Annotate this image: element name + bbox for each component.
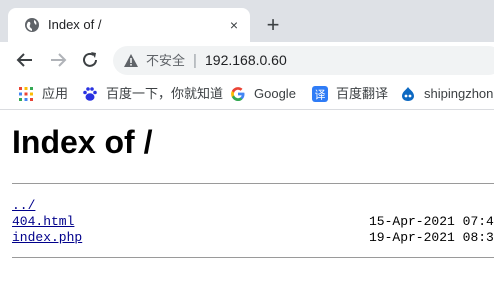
file-listing: ../ 404.html 15-Apr-2021 07:49 index.php… bbox=[12, 198, 494, 246]
list-item: ../ bbox=[12, 198, 494, 214]
new-tab-button[interactable]: + bbox=[263, 14, 283, 36]
apps-grid-icon bbox=[18, 86, 34, 102]
parent-directory-link[interactable]: ../ bbox=[12, 198, 35, 213]
bookmark-label: 百度翻译 bbox=[336, 86, 389, 101]
file-modified: 15-Apr-2021 07:49 bbox=[369, 214, 494, 230]
bookmark-label: 百度一下，你就知道 bbox=[106, 86, 224, 101]
page-title: Index of / bbox=[12, 124, 153, 160]
bookmark-label: Google bbox=[254, 86, 296, 101]
reload-icon[interactable] bbox=[80, 50, 100, 70]
list-item: index.php 19-Apr-2021 08:35 bbox=[12, 230, 494, 246]
page-content: Index of / ../ 404.html 15-Apr-2021 07:4… bbox=[0, 110, 494, 295]
bookmark-label: 应用 bbox=[42, 86, 69, 101]
url-text[interactable]: 192.168.0.60 bbox=[205, 52, 287, 69]
forward-arrow-icon[interactable] bbox=[48, 50, 68, 70]
list-item: 404.html 15-Apr-2021 07:49 bbox=[12, 214, 494, 230]
baidu-paw-icon bbox=[82, 86, 98, 102]
file-link[interactable]: 404.html bbox=[12, 214, 74, 229]
tab-title: Index of / bbox=[48, 17, 102, 32]
file-modified: 19-Apr-2021 08:35 bbox=[369, 230, 494, 246]
tab-strip: Index of / × + bbox=[0, 0, 494, 42]
address-bar[interactable]: 不安全 | 192.168.0.60 bbox=[113, 46, 494, 75]
file-time: 08:35 bbox=[462, 230, 494, 245]
google-g-icon bbox=[230, 86, 246, 102]
top-divider bbox=[12, 183, 494, 184]
drupal-drop-icon bbox=[400, 86, 416, 102]
close-icon[interactable]: × bbox=[226, 17, 242, 33]
file-date: 15-Apr-2021 bbox=[369, 214, 455, 229]
back-arrow-icon[interactable] bbox=[15, 50, 35, 70]
globe-icon bbox=[24, 17, 40, 33]
file-time: 07:49 bbox=[462, 214, 494, 229]
address-separator: | bbox=[193, 52, 197, 69]
warning-triangle-icon[interactable] bbox=[123, 53, 139, 69]
bookmark-label: shipingzhon bbox=[424, 86, 494, 101]
security-status-label[interactable]: 不安全 bbox=[146, 53, 185, 68]
bottom-divider bbox=[12, 257, 494, 258]
file-link[interactable]: index.php bbox=[12, 230, 82, 245]
baidu-translate-icon: 译 bbox=[312, 86, 328, 102]
svg-text:译: 译 bbox=[315, 89, 326, 102]
file-date: 19-Apr-2021 bbox=[369, 230, 455, 245]
tab-index-of[interactable]: Index of / × bbox=[8, 8, 250, 42]
bookmarks-bar: 应用 百度一下，你就知道 Google 译 百度翻译 shipingzhon bbox=[0, 78, 494, 110]
